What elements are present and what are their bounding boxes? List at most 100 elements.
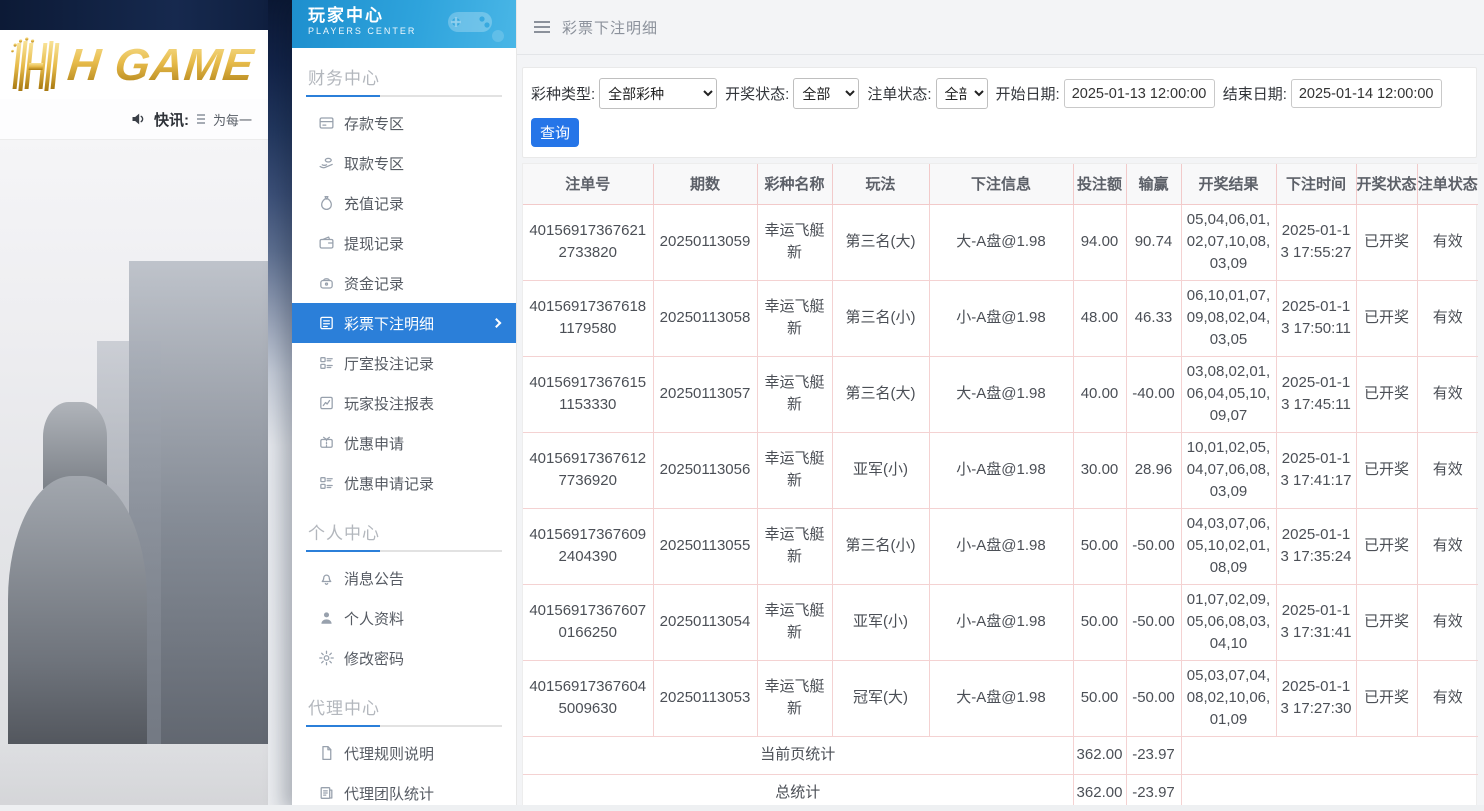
result-cell: 03,08,02,01,06,04,05,10,09,07 [1181,356,1276,432]
draw-status-select[interactable]: 全部 [793,78,859,109]
content-header: 彩票下注明细 [517,0,1484,55]
bell-icon [318,570,335,587]
amount-cell: 50.00 [1073,508,1126,584]
table-row: 40156917367615115333020250113057幸运飞艇新第三名… [523,356,1478,432]
column-header: 下注信息 [929,164,1073,204]
table-row: 40156917367621273382020250113059幸运飞艇新第三名… [523,204,1478,280]
table-row: 40156917367607016625020250113054幸运飞艇新亚军(… [523,584,1478,660]
sidebar-item-promo-apply[interactable]: 优惠申请 [292,423,516,463]
bet-time-cell: 2025-01-13 17:27:30 [1276,660,1356,736]
chart-report-icon [318,395,335,412]
start-date-label: 开始日期: [996,83,1060,104]
period-cell: 20250113054 [653,584,757,660]
bet-status-label: 注单状态: [867,83,931,104]
bet-time-cell: 2025-01-13 17:35:24 [1276,508,1356,584]
bet-status-cell: 有效 [1417,204,1478,280]
main-content: 彩票下注明细 彩种类型: 全部彩种 开奖状态: 全部 注单状态: 全部 开始日期… [517,0,1484,811]
lottery-cell: 幸运飞艇新 [757,660,832,736]
play-cell: 第三名(大) [832,204,929,280]
summary-empty-cell [1181,736,1478,774]
lottery-type-select[interactable]: 全部彩种 [599,78,717,109]
bet-id-cell: 401569173676181179580 [523,280,653,356]
sidebar-item-deposit-zone[interactable]: 存款专区 [292,103,516,143]
lottery-cell: 幸运飞艇新 [757,280,832,356]
column-header: 开奖状态 [1356,164,1417,204]
play-cell: 亚军(小) [832,584,929,660]
summary-amount-cell: 362.00 [1073,736,1126,774]
sidebar-item-label: 厅室投注记录 [344,353,434,374]
ticker-label: 快讯: [154,109,189,130]
result-cell: 01,07,02,09,05,06,08,03,04,10 [1181,584,1276,660]
ticker-message: 为每一 [213,110,252,129]
bet-id-cell: 401569173676092404390 [523,508,653,584]
sidebar-item-hall-bet-records[interactable]: 厅室投注记录 [292,343,516,383]
purse-icon [318,275,335,292]
sidebar-item-profile[interactable]: 个人资料 [292,598,516,638]
summary-row: 当前页统计362.00-23.97 [523,736,1478,774]
draw-status-cell: 已开奖 [1356,204,1417,280]
lottery-cell: 幸运飞艇新 [757,584,832,660]
chevron-right-icon [492,318,502,328]
end-date-input[interactable] [1291,79,1442,108]
sidebar-item-recharge-records[interactable]: 充值记录 [292,183,516,223]
query-button[interactable]: 查询 [531,118,579,147]
sidebar-item-fund-records[interactable]: 资金记录 [292,263,516,303]
background-page: H GAME 快讯: 为每一 [0,0,292,811]
column-header: 注单号 [523,164,653,204]
bet-status-select[interactable]: 全部 [936,78,988,109]
start-date-input[interactable] [1064,79,1215,108]
bet-info-cell: 小-A盘@1.98 [929,508,1073,584]
ticket-icon [318,435,335,452]
column-header: 投注额 [1073,164,1126,204]
sidebar-item-promo-apply-records[interactable]: 优惠申请记录 [292,463,516,503]
sidebar-item-label: 个人资料 [344,608,404,629]
hamburger-menu-icon[interactable] [534,21,550,33]
bet-time-cell: 2025-01-13 17:41:17 [1276,432,1356,508]
table-row: 40156917367618117958020250113058幸运飞艇新第三名… [523,280,1478,356]
sidebar-item-agent-rules[interactable]: 代理规则说明 [292,733,516,773]
lottery-type-label: 彩种类型: [531,83,595,104]
draw-status-cell: 已开奖 [1356,660,1417,736]
period-cell: 20250113058 [653,280,757,356]
amount-cell: 30.00 [1073,432,1126,508]
result-cell: 06,10,01,07,09,08,02,04,03,05 [1181,280,1276,356]
sidebar-item-change-password[interactable]: 修改密码 [292,638,516,678]
bet-table-card: 注单号期数彩种名称玩法下注信息投注额输赢开奖结果下注时间开奖状态注单状态4015… [522,163,1477,811]
table-row: 40156917367609240439020250113055幸运飞艇新第三名… [523,508,1478,584]
sidebar-header: 玩家中心 PLAYERS CENTER [292,0,516,48]
background-top-navbar [0,0,292,30]
sidebar-item-label: 代理规则说明 [344,743,434,764]
grid-list-icon [318,475,335,492]
win-loss-cell: -50.00 [1126,584,1181,660]
bet-info-cell: 小-A盘@1.98 [929,584,1073,660]
hand-money-icon [318,155,335,172]
sidebar-item-label: 提现记录 [344,233,404,254]
background-photo [0,140,268,811]
grid-list-icon [318,355,335,372]
sidebar-item-label: 优惠申请 [344,433,404,454]
bet-info-cell: 大-A盘@1.98 [929,356,1073,432]
sidebar-item-withdrawal-records[interactable]: 提现记录 [292,223,516,263]
photo-bottom-fade [0,744,268,811]
result-cell: 10,01,02,05,04,07,06,08,03,09 [1181,432,1276,508]
bet-time-cell: 2025-01-13 17:55:27 [1276,204,1356,280]
sidebar-item-announcements[interactable]: 消息公告 [292,558,516,598]
sidebar-section-title: 财务中心 [308,64,500,89]
lottery-cell: 幸运飞艇新 [757,204,832,280]
sidebar-item-lottery-bet-details[interactable]: 彩票下注明细 [292,303,516,343]
page-title: 彩票下注明细 [562,17,658,38]
bet-status-cell: 有效 [1417,584,1478,660]
gear-icon [318,650,335,667]
section-underline [306,550,502,552]
column-header: 下注时间 [1276,164,1356,204]
person-icon [318,610,335,627]
logo-h-mark-icon [8,37,62,93]
sidebar-item-player-bet-report[interactable]: 玩家投注报表 [292,383,516,423]
bet-id-cell: 401569173676070166250 [523,584,653,660]
horizontal-scrollbar[interactable] [0,805,1484,811]
bet-id-cell: 401569173676212733820 [523,204,653,280]
file-icon [318,745,335,762]
draw-status-cell: 已开奖 [1356,280,1417,356]
sidebar-item-withdraw-zone[interactable]: 取款专区 [292,143,516,183]
result-cell: 05,04,06,01,02,07,10,08,03,09 [1181,204,1276,280]
